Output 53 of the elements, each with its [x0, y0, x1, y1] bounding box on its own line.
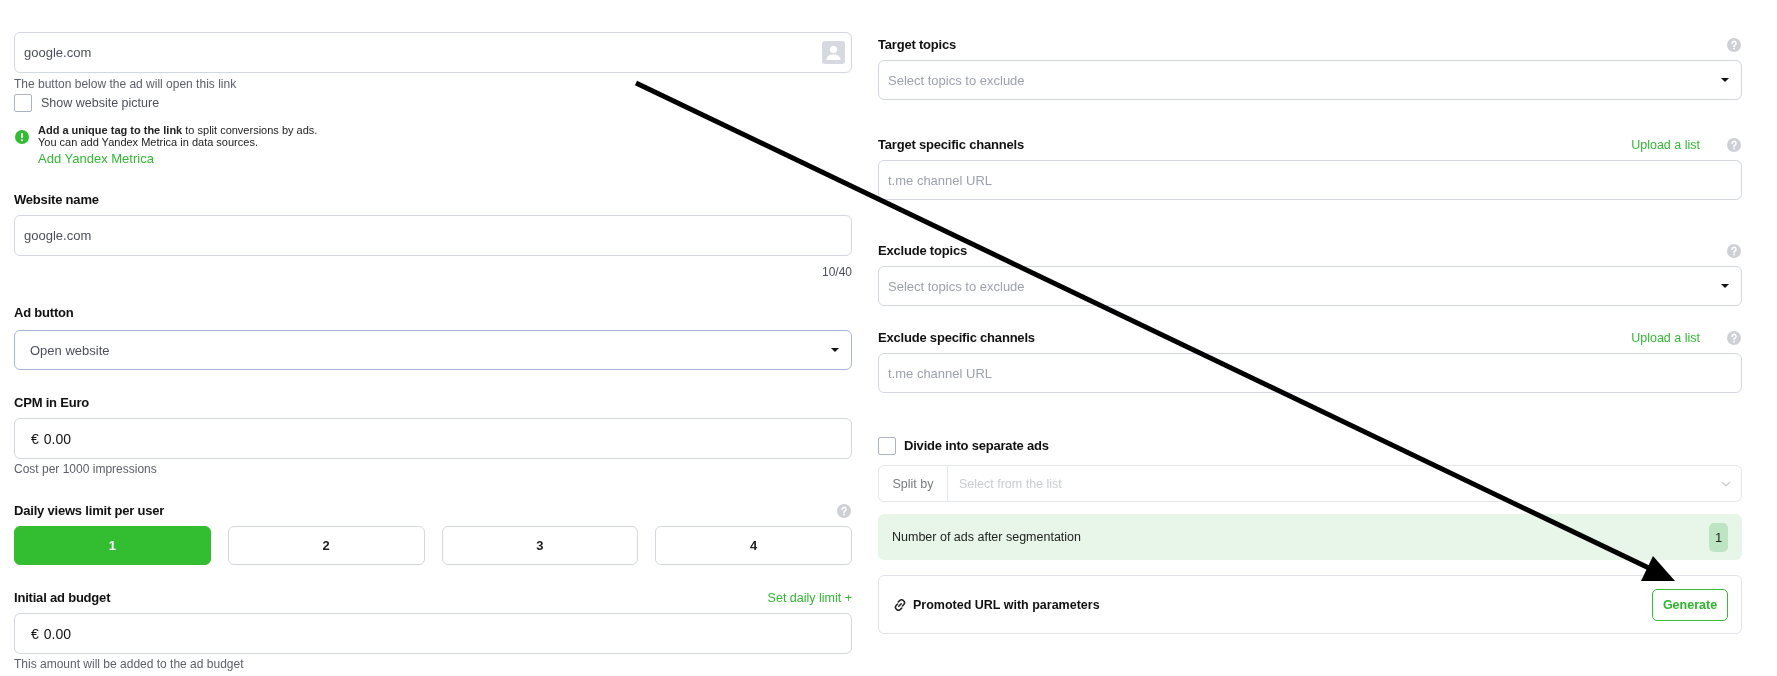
caret-icon	[1721, 78, 1729, 82]
caret-icon	[831, 348, 839, 352]
upload-link[interactable]: Upload a list	[1631, 331, 1700, 345]
checkbox-label: Show website picture	[41, 96, 160, 110]
notice-text: Add a unique tag to the link to split conversions by ads.	[38, 124, 318, 136]
helper-text: The button below the ad will open this link	[14, 76, 238, 92]
set-limit-link[interactable]: Set daily limit +	[767, 591, 852, 605]
field-label: Website name	[14, 191, 100, 209]
price-field[interactable]: € 0.00	[14, 418, 852, 459]
generate-button[interactable]: Generate	[1652, 588, 1728, 621]
url-field[interactable]: google.com	[14, 32, 852, 73]
add-metrica-link[interactable]: Add Yandex Metrica	[38, 152, 154, 166]
text-field[interactable]: t.me channel URL	[878, 160, 1742, 200]
option-button[interactable]: 2	[227, 526, 425, 565]
text-field[interactable]: t.me channel URL	[878, 353, 1742, 393]
field-label: Initial ad budget	[14, 589, 111, 607]
help-icon[interactable]	[1727, 244, 1741, 258]
char-counter: 10/40	[821, 264, 852, 280]
field-label: Target topics	[878, 36, 957, 54]
field-label: Exclude topics	[878, 242, 967, 260]
chevron-down-icon	[1721, 480, 1731, 487]
help-icon[interactable]	[1727, 331, 1741, 345]
helper-text: Cost per 1000 impressions	[14, 461, 158, 477]
option-button[interactable]: 1	[14, 526, 211, 565]
caret-icon	[1721, 284, 1729, 288]
avatar-icon	[822, 41, 845, 64]
promoted-url-label: Promoted URL with parameters	[913, 597, 1101, 612]
field-label: Ad button	[14, 304, 75, 322]
help-icon[interactable]	[837, 504, 851, 518]
help-icon[interactable]	[1727, 138, 1741, 152]
field-label: Target specific channels	[878, 136, 1024, 154]
exclamation-icon	[15, 130, 29, 144]
field-label: Exclude specific channels	[878, 329, 1035, 347]
checkbox[interactable]	[878, 437, 896, 455]
upload-link[interactable]: Upload a list	[1631, 138, 1700, 152]
helper-text: This amount will be added to the ad budget	[14, 656, 245, 672]
option-button[interactable]: 3	[441, 526, 639, 565]
text-field[interactable]: google.com	[14, 215, 852, 256]
help-icon[interactable]	[1727, 38, 1741, 52]
segmentation-label: Number of ads after segmentation	[892, 530, 1081, 544]
split-by-label: Split by	[892, 476, 934, 491]
dropdown[interactable]: Select topics to exclude	[878, 60, 1742, 100]
field-label: Daily views limit per user	[14, 502, 165, 520]
dropdown[interactable]: Open website	[14, 330, 852, 370]
price-field[interactable]: € 0.00	[14, 613, 852, 654]
option-button[interactable]: 4	[655, 526, 852, 565]
checkbox[interactable]	[14, 94, 32, 112]
field-label: CPM in Euro	[14, 394, 91, 412]
link-icon	[894, 598, 906, 611]
dropdown[interactable]: Select topics to exclude	[878, 266, 1742, 306]
ads-count-badge: 1	[1709, 522, 1728, 552]
checkbox-label: Divide into separate ads	[904, 437, 1049, 455]
notice-text: You can add Yandex Metrica in data sources.	[38, 136, 258, 148]
